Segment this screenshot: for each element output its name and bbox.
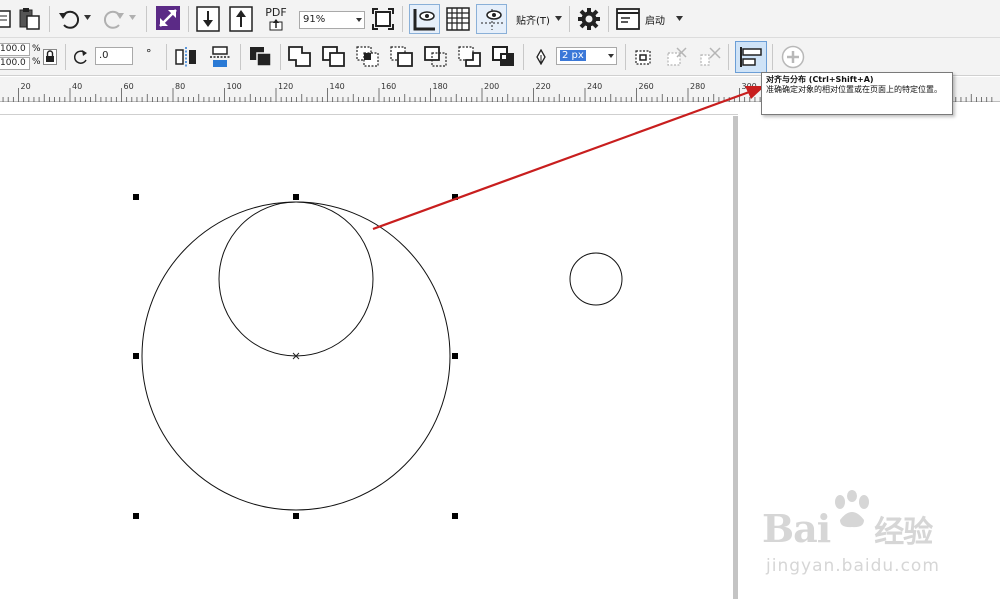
selection-handle-bottom-right[interactable] [452, 513, 458, 519]
selection-handle-left[interactable] [133, 353, 139, 359]
selection-handle-bottom-left[interactable] [133, 513, 139, 519]
inner-circle[interactable] [218, 201, 374, 357]
selection-handle-right[interactable] [452, 353, 458, 359]
annotation-arrow [372, 86, 765, 231]
small-circle[interactable] [569, 252, 623, 306]
selection-handle-bottom[interactable] [293, 513, 299, 519]
selection-handle-top-left[interactable] [133, 194, 139, 200]
tooltip-description: 准确确定对象的相对位置或在页面上的特定位置。 [766, 85, 942, 94]
selection-handle-top[interactable] [293, 194, 299, 200]
tooltip-title: 对齐与分布 (Ctrl+Shift+A) [766, 75, 874, 84]
align-distribute-tooltip: 对齐与分布 (Ctrl+Shift+A) 准确确定对象的相对位置或在页面上的特定… [761, 72, 953, 115]
